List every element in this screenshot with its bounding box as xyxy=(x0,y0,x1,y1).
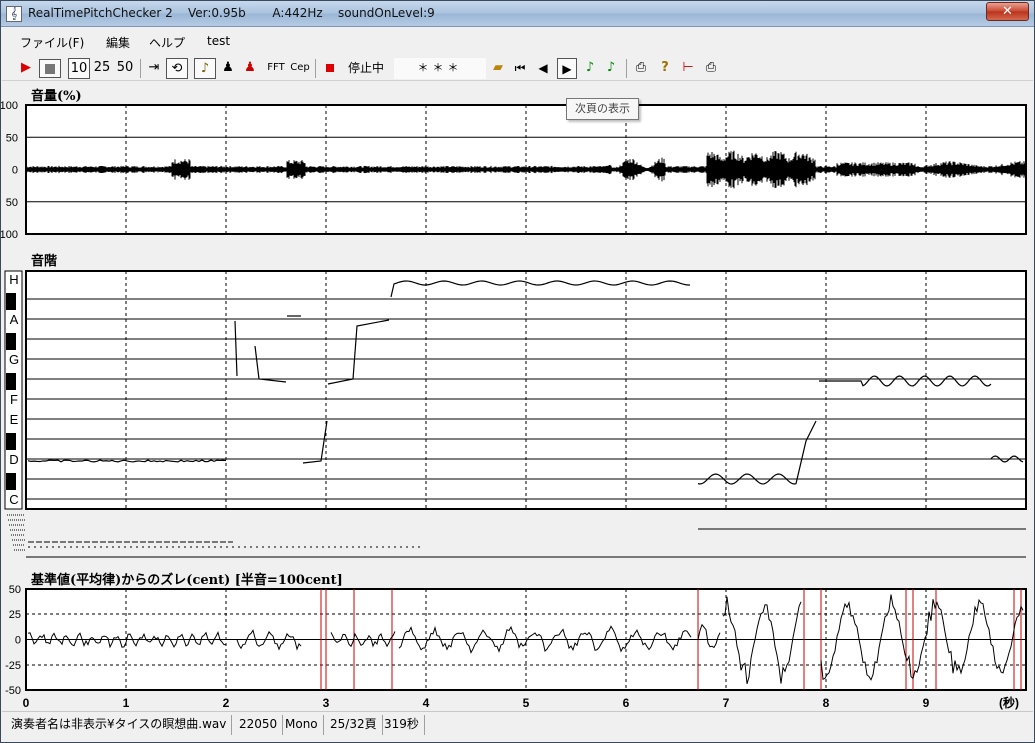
status-channel: Mono xyxy=(280,715,324,735)
time-tick-label: 1 xyxy=(123,696,130,710)
note-label: E xyxy=(10,412,19,427)
note-label: F xyxy=(10,392,18,407)
time-tick-label: 7 xyxy=(723,696,730,710)
note-label: H xyxy=(9,272,18,287)
volume-tick-label: 100 xyxy=(1,100,18,112)
status-file: 演奏者名は非表示¥タイスの瞑想曲.wav xyxy=(6,715,233,735)
note-label: A xyxy=(10,312,19,327)
cent-tick-label: -50 xyxy=(5,685,21,697)
note-label: G xyxy=(9,352,19,367)
black-key xyxy=(6,293,16,310)
time-tick-label: 8 xyxy=(823,696,830,710)
volume-tick-label: 0 xyxy=(12,165,18,177)
app-window: 𝄞 RealTimePitchChecker 2 Ver:0.95b A:442… xyxy=(0,0,1035,743)
time-tick-label: 9 xyxy=(923,696,930,710)
status-page: 25/32頁 xyxy=(325,715,383,735)
status-rate: 22050 xyxy=(234,715,284,735)
black-key xyxy=(6,433,16,450)
volume-tick-label: 100 xyxy=(1,229,18,241)
status-duration: 319秒 xyxy=(379,715,425,735)
time-tick-label: 5 xyxy=(523,696,530,710)
cent-tick-label: 50 xyxy=(9,584,21,596)
plots: 10050050100HAGFEDC50250-25-500 1 2 3 4 5 6 7 8 9(… xyxy=(1,100,1027,710)
note-label: C xyxy=(9,492,18,507)
black-key xyxy=(6,373,16,390)
volume-tick-label: 50 xyxy=(6,197,18,209)
cent-tick-label: 25 xyxy=(9,609,21,621)
time-unit-label: (秒) xyxy=(999,695,1019,710)
time-tick-label: 6 xyxy=(623,696,630,710)
volume-tick-label: 50 xyxy=(6,132,18,144)
scale-panel xyxy=(25,270,1027,510)
time-tick-label: 4 xyxy=(423,696,430,710)
cent-tick-label: -25 xyxy=(5,660,21,672)
cent-tick-label: 0 xyxy=(15,635,21,647)
time-tick-label: 2 xyxy=(223,696,230,710)
black-key xyxy=(6,473,16,490)
black-key xyxy=(6,333,16,350)
tooltip: 次頁の表示 xyxy=(566,98,639,120)
status-bar: 演奏者名は非表示¥タイスの瞑想曲.wav 22050 Mono 25/32頁 3… xyxy=(2,711,1033,742)
time-tick-label: 0 xyxy=(23,696,30,710)
time-tick-label: 3 xyxy=(323,696,330,710)
note-label: D xyxy=(9,452,18,467)
